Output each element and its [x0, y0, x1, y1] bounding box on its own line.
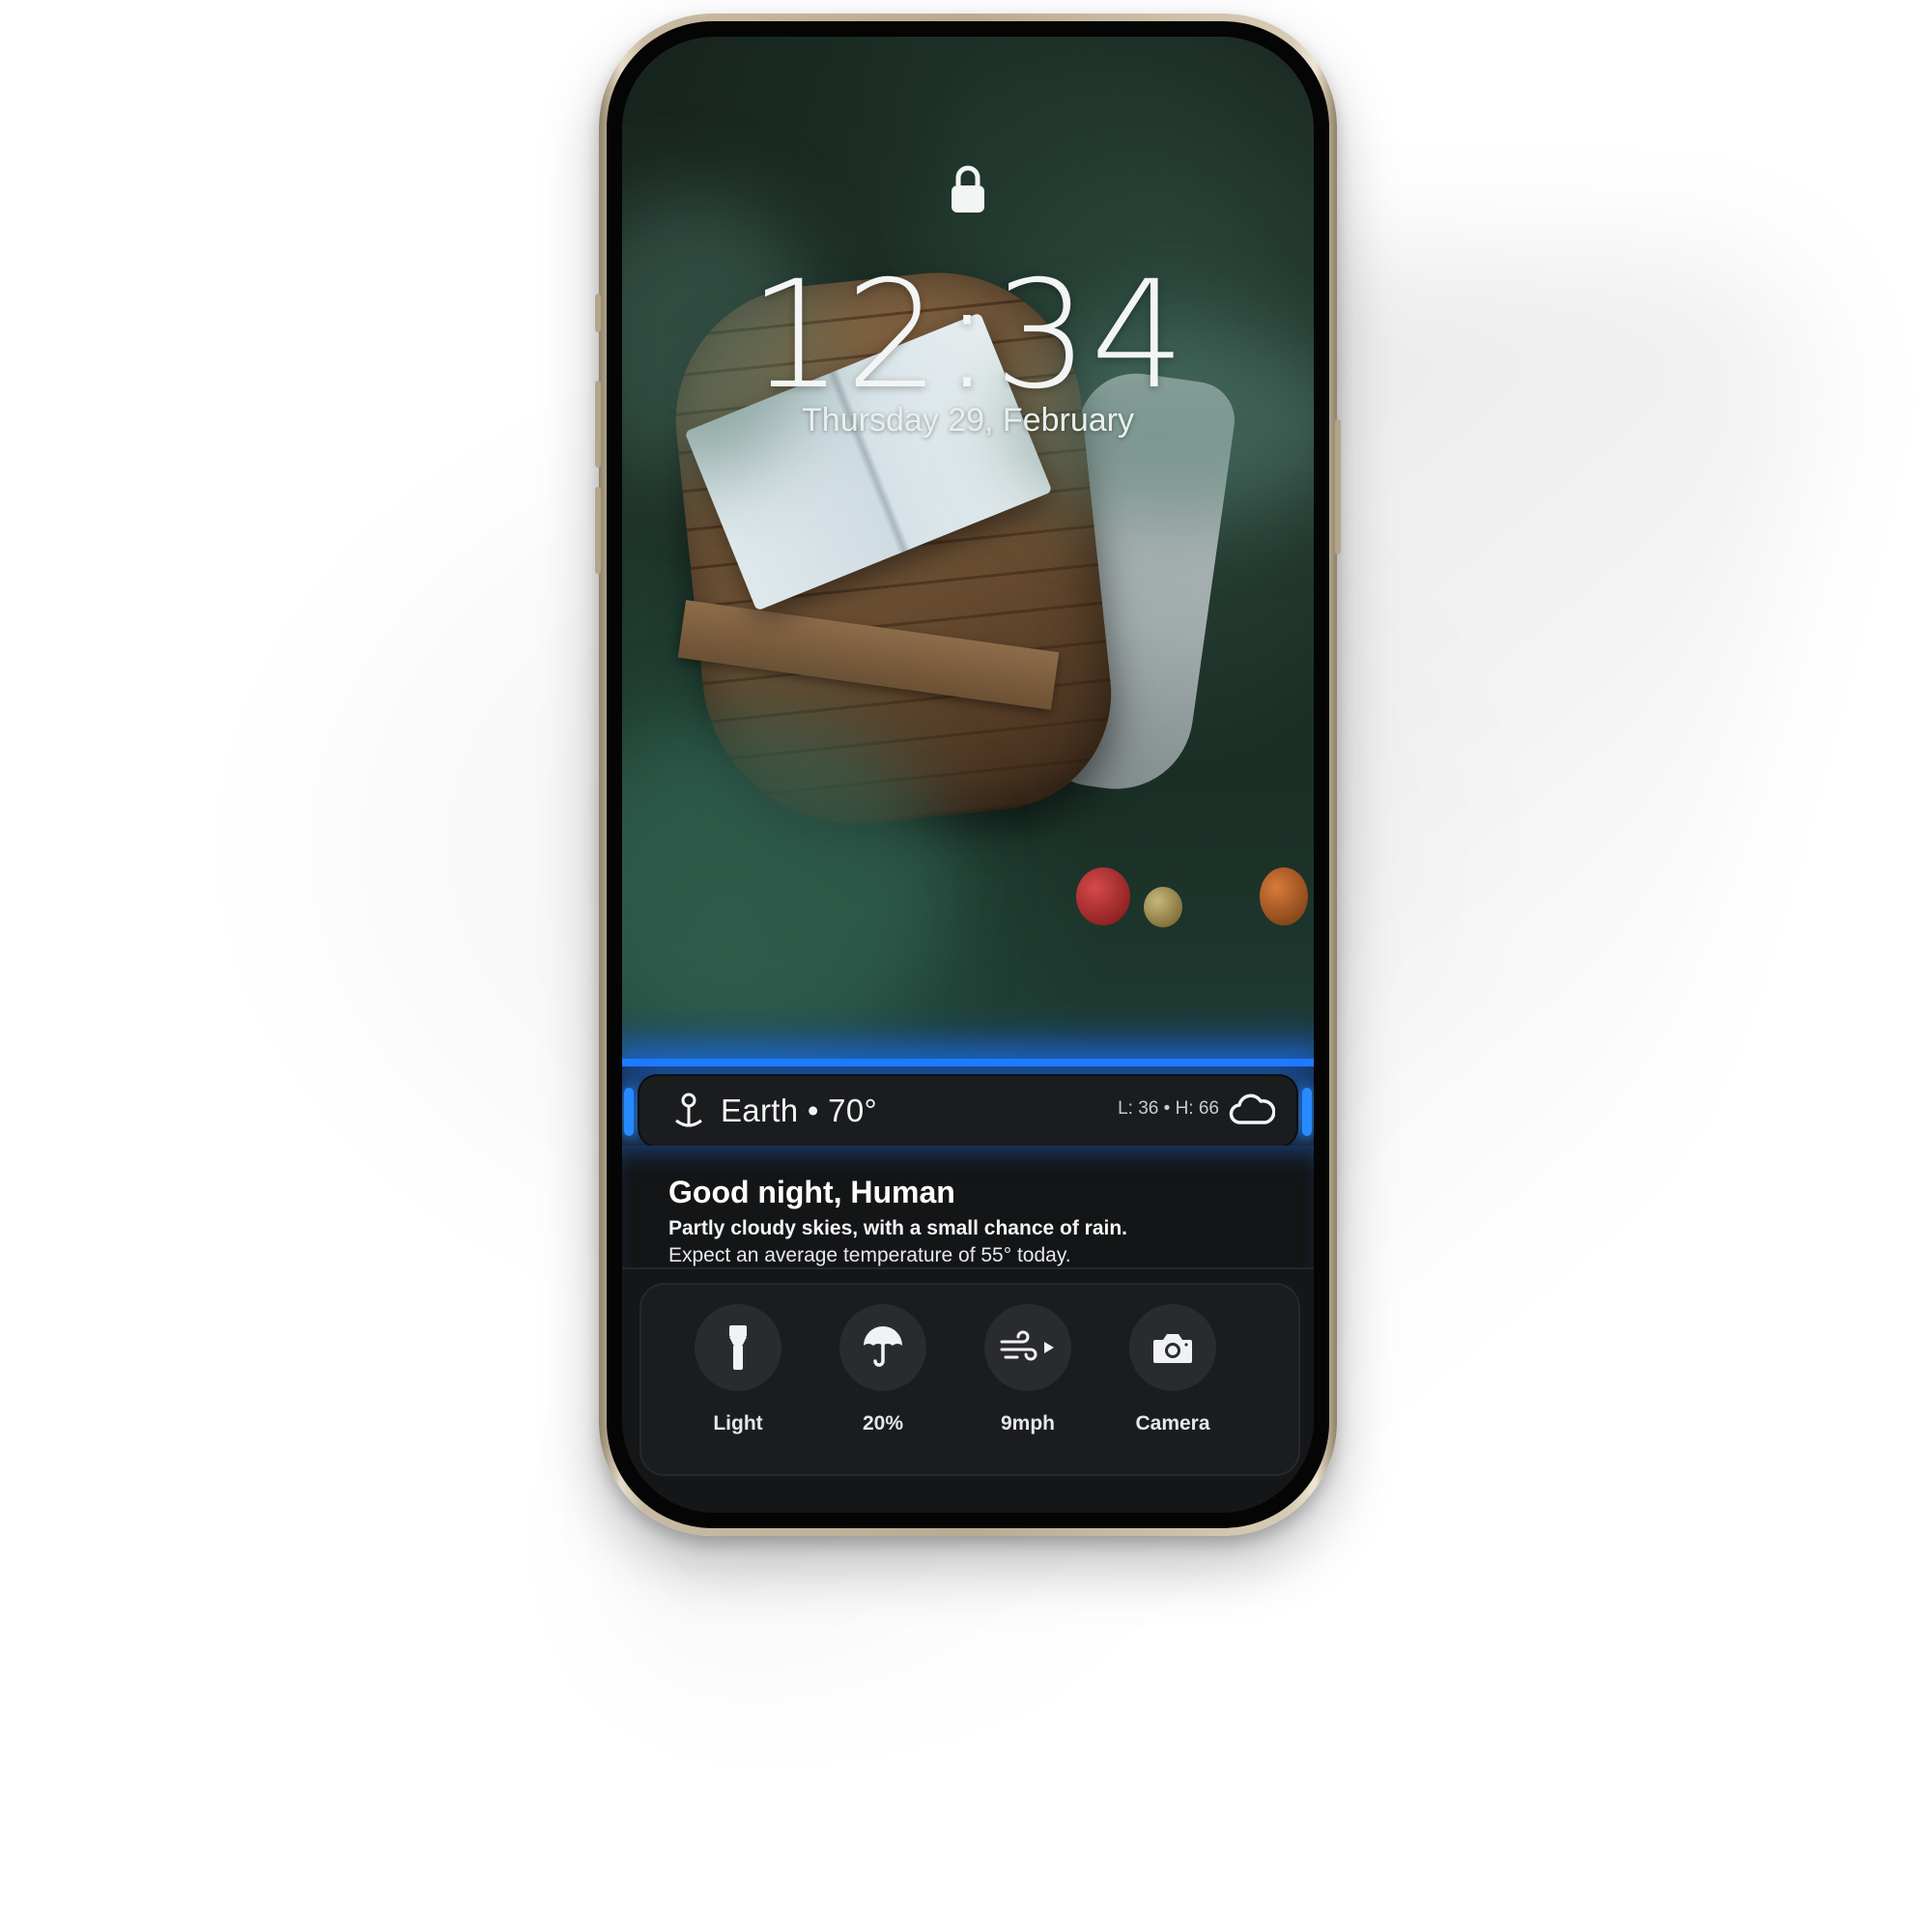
camera-icon — [1153, 1334, 1192, 1363]
greeting-title: Good night, Human — [668, 1175, 955, 1209]
weather-bar[interactable]: Earth • 70° L: 36 • H: 66 — [639, 1076, 1296, 1146]
camera-button[interactable] — [1129, 1304, 1216, 1391]
cloud-icon — [1229, 1094, 1275, 1124]
lock-indicator — [622, 162, 1314, 221]
weather-low-high: L: 36 • H: 66 — [1118, 1098, 1219, 1119]
weather-range-group: L: 36 • H: 66 — [1118, 1090, 1275, 1128]
wallpaper-apple — [1144, 887, 1182, 927]
lock-icon — [952, 165, 984, 213]
light-button[interactable] — [695, 1304, 781, 1391]
quick-controls: Light 20% 9mph Camera — [639, 1283, 1300, 1476]
umbrella-icon — [864, 1326, 902, 1367]
rain-chance-button[interactable] — [839, 1304, 926, 1391]
flashlight-icon — [729, 1325, 747, 1370]
phone-frame: 12:34 Thursday 29, February Earth • 70° … — [595, 14, 1341, 1536]
weather-summary: Partly cloudy skies, with a small chance… — [668, 1217, 1128, 1239]
light-control[interactable]: Light — [680, 1304, 796, 1435]
weather-detail: Expect an average temperature of 55° tod… — [668, 1244, 1071, 1266]
wallpaper-apple — [1260, 867, 1308, 925]
lock-screen: 12:34 Thursday 29, February Earth • 70° … — [622, 37, 1314, 1513]
camera-label: Camera — [1135, 1412, 1210, 1435]
volume-up-button — [595, 381, 601, 468]
greeting-card: Good night, Human Partly cloudy skies, w… — [622, 1146, 1314, 1269]
edge-glow-left — [624, 1088, 634, 1136]
edge-glow-right — [1302, 1088, 1312, 1136]
weather-location-temp: Earth • 70° — [721, 1093, 877, 1128]
widget-glow-line — [622, 1059, 1314, 1066]
power-button — [1335, 419, 1341, 554]
rain-chance-label: 20% — [862, 1412, 904, 1435]
weather-location-group: Earth • 70° — [670, 1092, 877, 1130]
rain-chance-control[interactable]: 20% — [825, 1304, 941, 1435]
volume-down-button — [595, 487, 601, 574]
wind-label: 9mph — [1000, 1412, 1055, 1435]
wind-icon — [1000, 1330, 1054, 1361]
lock-time: 12:34 — [749, 249, 1187, 422]
wallpaper-apple — [1076, 867, 1130, 925]
lock-date: Thursday 29, February — [802, 402, 1134, 439]
location-pin-icon — [675, 1093, 702, 1127]
light-label: Light — [713, 1412, 763, 1435]
wind-control[interactable]: 9mph — [970, 1304, 1086, 1435]
camera-control[interactable]: Camera — [1115, 1304, 1231, 1435]
action-button — [595, 294, 601, 332]
widget-glow-shade — [622, 1003, 1314, 1066]
wind-button[interactable] — [984, 1304, 1071, 1391]
